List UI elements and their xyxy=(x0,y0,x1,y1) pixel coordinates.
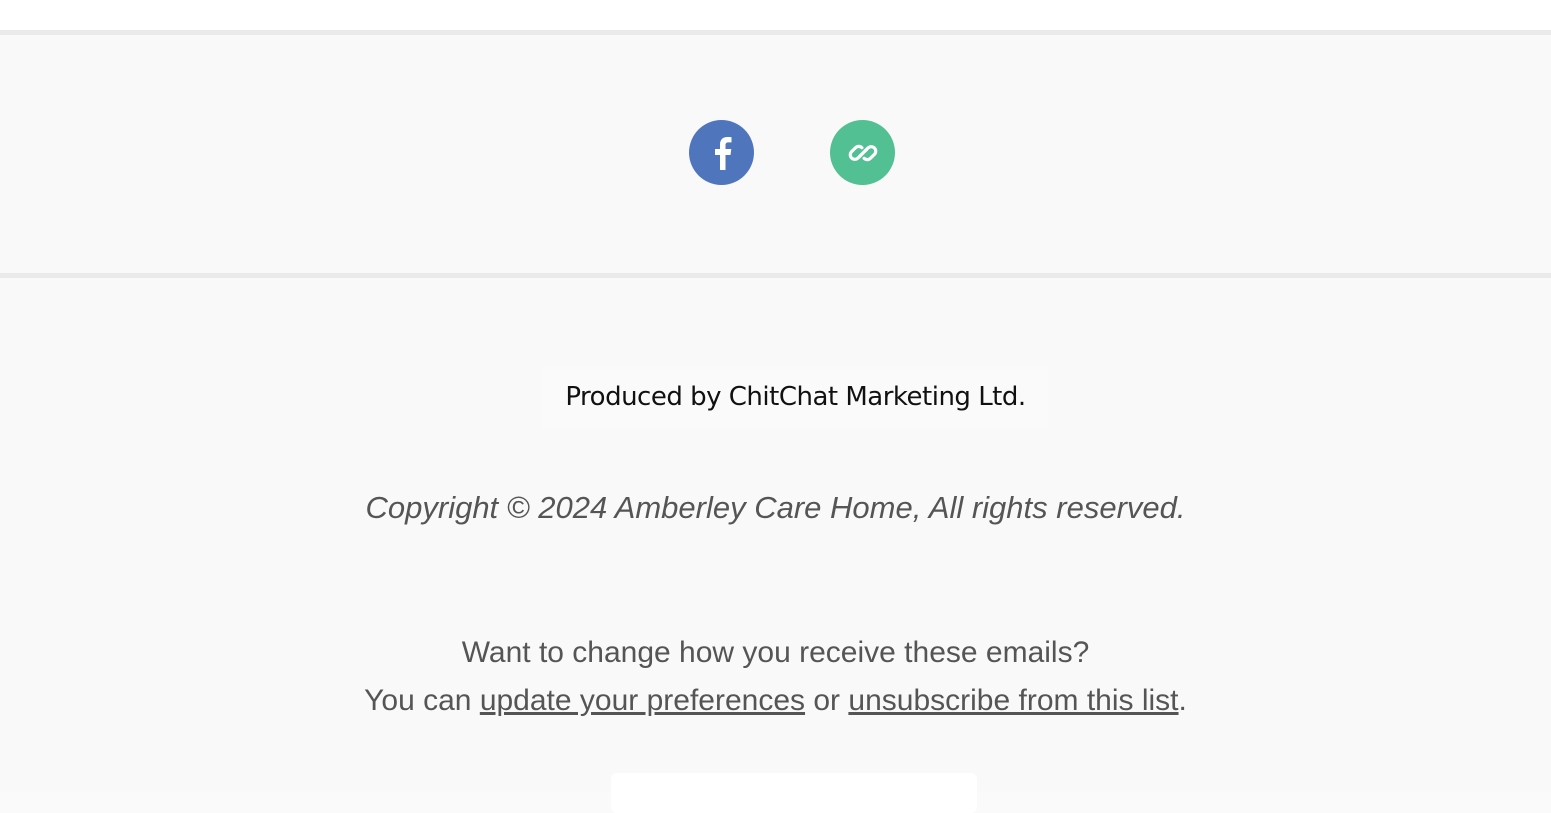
update-preferences-link[interactable]: update your preferences xyxy=(480,684,805,717)
social-section xyxy=(0,35,1551,273)
top-strip xyxy=(0,0,1551,30)
pref-suffix: . xyxy=(1178,684,1187,717)
preferences-line: You can update your preferences or unsub… xyxy=(0,684,1551,718)
produced-by-text: Produced by ChitChat Marketing Ltd. xyxy=(565,382,1026,412)
produced-by-banner: Produced by ChitChat Marketing Ltd. xyxy=(543,366,1048,428)
link-icon xyxy=(848,144,877,161)
pref-prefix: You can xyxy=(364,684,480,717)
website-link-button[interactable] xyxy=(830,120,895,185)
copyright-text: Copyright © 2024 Amberley Care Home, All… xyxy=(365,490,1186,525)
preferences-question: Want to change how you receive these ema… xyxy=(461,636,1090,669)
facebook-button[interactable] xyxy=(689,120,754,185)
footer-badge[interactable] xyxy=(611,773,977,813)
pref-or: or xyxy=(805,684,849,717)
unsubscribe-link[interactable]: unsubscribe from this list xyxy=(848,684,1178,717)
facebook-icon xyxy=(714,136,731,170)
